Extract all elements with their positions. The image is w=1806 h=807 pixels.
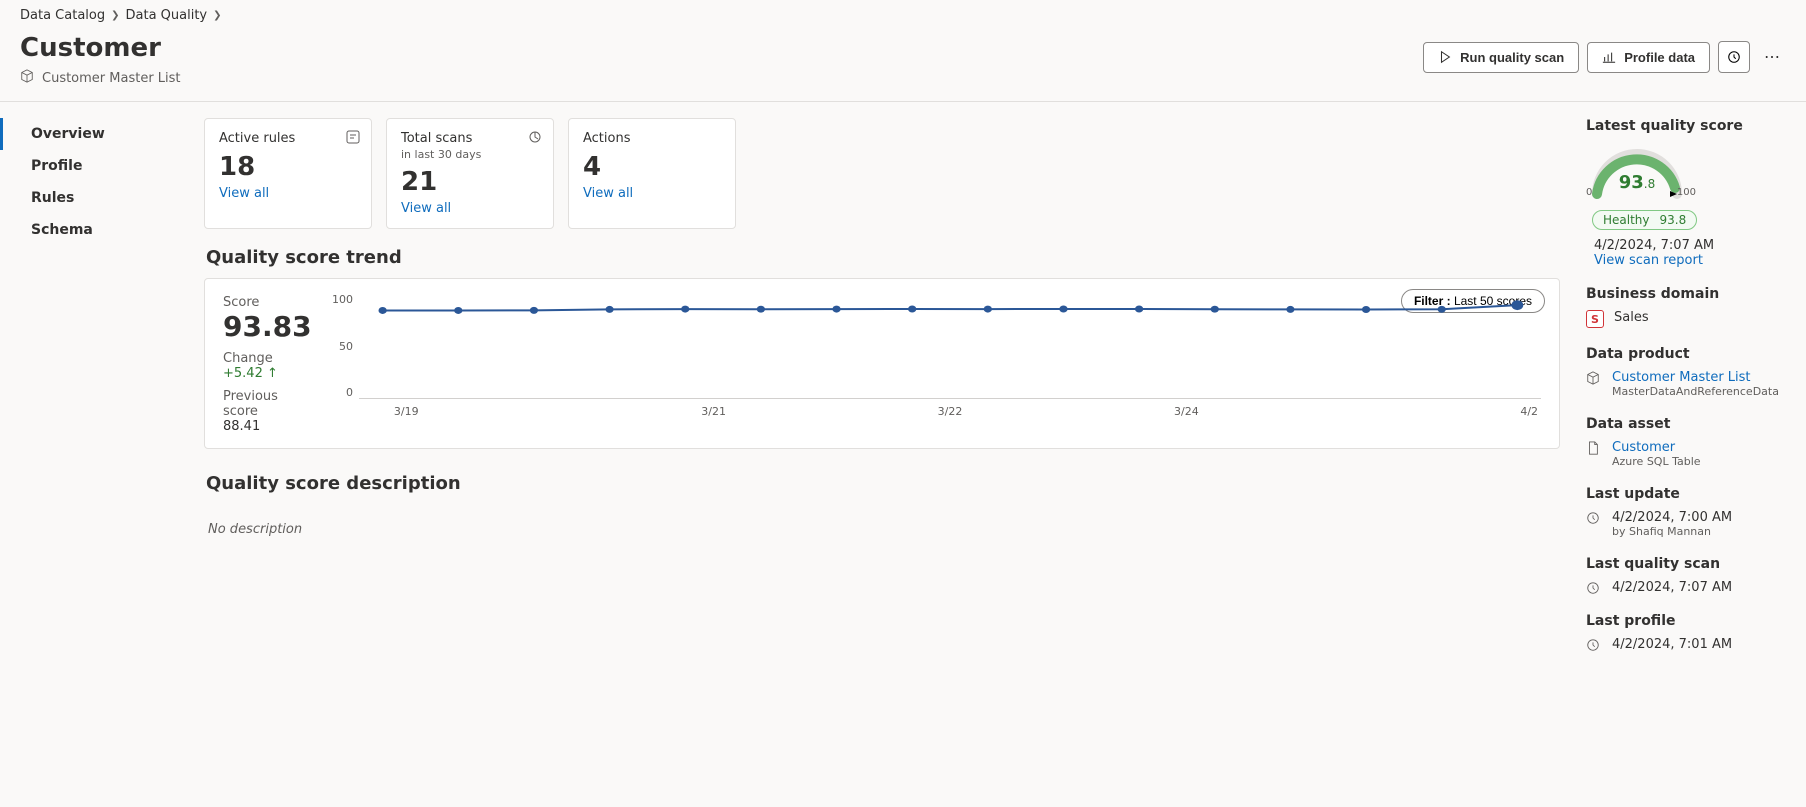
header-actions: Run quality scan Profile data ⋯ (1423, 41, 1786, 73)
nav-item-schema[interactable]: Schema (0, 214, 200, 246)
right-rail: Latest quality score 0 100 93.8 Healthy … (1576, 102, 1806, 682)
clock-icon (1586, 511, 1602, 525)
nav-item-rules[interactable]: Rules (0, 182, 200, 214)
business-domain-row: S Sales (1586, 310, 1788, 328)
card-subtitle: in last 30 days (401, 148, 539, 161)
subtitle-text: Customer Master List (42, 71, 181, 86)
last-update-time: 4/2/2024, 7:00 AM (1612, 510, 1732, 525)
view-all-link[interactable]: View all (219, 186, 357, 201)
history-icon (1727, 50, 1741, 64)
x-axis: 3/19 3/21 3/22 3/24 4/2 (359, 405, 1541, 423)
gauge: 0 100 93.8 (1582, 144, 1692, 204)
data-product-title: Data product (1586, 346, 1788, 362)
y-tick: 100 (327, 293, 353, 306)
change-value: +5.42 ↑ (223, 366, 313, 381)
run-quality-scan-button[interactable]: Run quality scan (1423, 42, 1579, 73)
y-axis: 100 50 0 (327, 293, 353, 399)
health-label: Healthy (1603, 213, 1650, 227)
x-tick: 3/19 (394, 405, 419, 418)
description-section-title: Quality score description (206, 473, 1560, 494)
run-quality-scan-label: Run quality scan (1460, 50, 1564, 65)
side-nav: OverviewProfileRulesSchema (0, 102, 200, 682)
x-tick: 3/22 (938, 405, 963, 418)
gauge-score: 93.8 (1582, 172, 1692, 193)
chevron-right-icon: ❯ (111, 10, 119, 21)
score-label: Score (223, 295, 313, 310)
y-tick: 0 (327, 386, 353, 399)
file-icon (1586, 441, 1602, 455)
data-asset-title: Data asset (1586, 416, 1788, 432)
clock-icon (1586, 638, 1602, 652)
last-profile-time: 4/2/2024, 7:01 AM (1612, 637, 1732, 652)
card-active-rules: Active rules 18 View all (204, 118, 372, 229)
card-total-scans: Total scans in last 30 days 21 View all (386, 118, 554, 229)
health-pill: Healthy 93.8 (1592, 210, 1697, 230)
latest-score-title: Latest quality score (1586, 118, 1788, 134)
main: Active rules 18 View all Total scans in … (200, 102, 1576, 682)
clock-icon (1586, 581, 1602, 595)
last-update-by: by Shafiq Mannan (1612, 525, 1732, 538)
x-tick: 4/2 (1520, 405, 1538, 418)
nav-item-overview[interactable]: Overview (0, 118, 200, 150)
card-title: Active rules (219, 131, 357, 146)
page-subtitle: Customer Master List (20, 69, 181, 87)
chevron-right-icon: ❯ (213, 10, 221, 21)
previous-score-value: 88.41 (223, 419, 313, 434)
last-quality-scan-title: Last quality scan (1586, 556, 1788, 572)
card-title: Actions (583, 131, 721, 146)
profile-data-button[interactable]: Profile data (1587, 42, 1710, 73)
health-value: 93.8 (1660, 213, 1687, 227)
data-product-link[interactable]: Customer Master List (1612, 370, 1779, 385)
last-profile-title: Last profile (1586, 613, 1788, 629)
history-button[interactable] (1718, 41, 1750, 73)
card-value: 18 (219, 152, 357, 182)
breadcrumb-item-catalog[interactable]: Data Catalog (20, 8, 105, 23)
data-asset-link[interactable]: Customer (1612, 440, 1701, 455)
last-update-title: Last update (1586, 486, 1788, 502)
score-value: 93.83 (223, 310, 313, 343)
nav-item-profile[interactable]: Profile (0, 150, 200, 182)
chart-plot (359, 299, 1541, 399)
y-tick: 50 (327, 340, 353, 353)
domain-badge: S (1586, 310, 1604, 328)
last-quality-scan-time: 4/2/2024, 7:07 AM (1612, 580, 1732, 595)
latest-score-time: 4/2/2024, 7:07 AM (1594, 238, 1714, 253)
card-actions: Actions 4 View all (568, 118, 736, 229)
rules-icon (345, 129, 361, 149)
card-value: 21 (401, 167, 539, 197)
data-product-type: MasterDataAndReferenceData (1612, 385, 1779, 398)
view-scan-report-link[interactable]: View scan report (1594, 253, 1703, 268)
more-icon: ⋯ (1764, 47, 1780, 67)
previous-score-label: Previous score (223, 389, 313, 419)
trend-chart: 100 50 0 3/19 3/21 3/22 3/24 4/2 (327, 293, 1541, 423)
page-header: Customer Customer Master List Run qualit… (0, 27, 1806, 102)
x-tick: 3/21 (701, 405, 726, 418)
more-actions-button[interactable]: ⋯ (1758, 41, 1786, 73)
view-all-link[interactable]: View all (583, 186, 721, 201)
package-icon (20, 69, 34, 87)
page-title: Customer (20, 33, 181, 63)
business-domain-title: Business domain (1586, 286, 1788, 302)
play-icon (1438, 50, 1452, 64)
description-body: No description (204, 514, 1560, 545)
trend-panel: Filter : Last 50 scores Score 93.83 Chan… (204, 278, 1560, 449)
breadcrumb-item-quality[interactable]: Data Quality (126, 8, 208, 23)
package-icon (1586, 371, 1602, 385)
card-title: Total scans (401, 131, 539, 146)
breadcrumb: Data Catalog ❯ Data Quality ❯ (0, 0, 1806, 27)
business-domain-name: Sales (1614, 310, 1649, 325)
change-label: Change (223, 351, 313, 366)
card-value: 4 (583, 152, 721, 182)
x-tick: 3/24 (1174, 405, 1199, 418)
trend-section-title: Quality score trend (206, 247, 1560, 268)
profile-data-label: Profile data (1624, 50, 1695, 65)
data-asset-type: Azure SQL Table (1612, 455, 1701, 468)
bar-chart-icon (1602, 50, 1616, 64)
view-all-link[interactable]: View all (401, 201, 539, 216)
scan-icon (527, 129, 543, 149)
